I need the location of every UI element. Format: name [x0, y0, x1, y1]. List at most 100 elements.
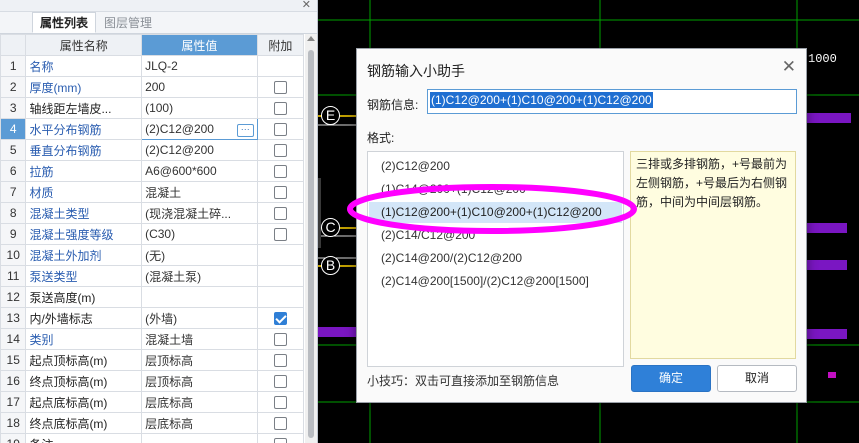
- extra-cell: [256, 202, 305, 224]
- property-row[interactable]: 15 起点顶标高(m) 层顶标高: [0, 349, 305, 371]
- property-row[interactable]: 3 轴线距左墙皮... (100): [0, 97, 305, 119]
- property-row[interactable]: 10 混凝土外加剂 (无): [0, 244, 305, 266]
- property-value[interactable]: [141, 286, 258, 308]
- extra-cell: [256, 265, 305, 287]
- ok-button[interactable]: 确定: [631, 365, 711, 392]
- attach-checkbox[interactable]: [273, 186, 287, 200]
- property-name: 起点底标高(m): [25, 391, 143, 413]
- format-item[interactable]: (1)C12@200+(1)C10@200+(1)C12@200: [369, 202, 622, 223]
- property-value[interactable]: (无): [141, 244, 258, 266]
- tab-layer-management[interactable]: 图层管理: [96, 12, 160, 33]
- property-row[interactable]: 9 混凝土强度等级 (C30): [0, 223, 305, 245]
- property-name: 材质: [25, 181, 143, 203]
- format-item[interactable]: (2)C14/C12@200: [369, 225, 622, 246]
- format-item[interactable]: (2)C14@200[1500]/(2)C12@200[1500]: [369, 271, 622, 292]
- row-number: 8: [0, 202, 27, 224]
- extra-cell: [256, 349, 305, 371]
- property-name: 泵送类型: [25, 265, 143, 287]
- attach-checkbox[interactable]: [273, 81, 287, 95]
- extra-cell: [256, 391, 305, 413]
- row-number: 17: [0, 391, 27, 413]
- property-panel: ✕ 属性列表 图层管理 属性名称 属性值 附加 1 名称 JLQ-2 2 厚度(mm) 2…: [0, 0, 318, 443]
- attach-checkbox[interactable]: [273, 228, 287, 242]
- property-value[interactable]: 层顶标高: [141, 349, 258, 371]
- property-value-header: 属性值: [141, 34, 258, 56]
- panel-tabs: 属性列表 图层管理: [0, 12, 317, 34]
- row-number-header: [0, 34, 27, 56]
- format-list[interactable]: (2)C12@200 (1)C14@200+(1)C12@200 (1)C12@20…: [367, 151, 624, 367]
- format-item[interactable]: (2)C14@200/(2)C12@200: [369, 248, 622, 269]
- attach-checkbox[interactable]: [273, 312, 287, 326]
- scroll-thumb[interactable]: [308, 50, 314, 438]
- property-row[interactable]: 7 材质 混凝土: [0, 181, 305, 203]
- property-value[interactable]: JLQ-2: [141, 55, 258, 77]
- property-row[interactable]: 16 终点顶标高(m) 层顶标高: [0, 370, 305, 392]
- rebar-info-input[interactable]: (1)C12@200+(1)C10@200+(1)C12@200: [427, 89, 797, 114]
- format-item[interactable]: (1)C14@200+(1)C12@200: [369, 179, 622, 200]
- property-value[interactable]: (混凝土泵): [141, 265, 258, 287]
- hint-text: 小技巧：双击可直接添加至钢筋信息: [367, 374, 560, 388]
- attach-checkbox[interactable]: [273, 207, 287, 221]
- property-value[interactable]: (2)C12@200 ···: [141, 118, 258, 140]
- row-number: 13: [0, 307, 27, 329]
- property-row[interactable]: 6 拉筋 A6@600*600: [0, 160, 305, 182]
- attach-checkbox[interactable]: [273, 102, 287, 116]
- attach-checkbox[interactable]: [273, 375, 287, 389]
- attach-checkbox[interactable]: [273, 396, 287, 410]
- property-row[interactable]: 2 厚度(mm) 200: [0, 76, 305, 98]
- attach-checkbox[interactable]: [273, 333, 287, 347]
- extra-header: 附加: [256, 34, 305, 56]
- property-row[interactable]: 4 水平分布钢筋 (2)C12@200 ···: [0, 118, 305, 140]
- property-value[interactable]: 层底标高: [141, 412, 258, 434]
- property-row[interactable]: 19备注: [0, 433, 305, 443]
- property-row[interactable]: 12 泵送高度(m): [0, 286, 305, 308]
- property-row[interactable]: 1 名称 JLQ-2: [0, 55, 305, 77]
- property-value[interactable]: 混凝土墙: [141, 328, 258, 350]
- property-value[interactable]: 层顶标高: [141, 370, 258, 392]
- property-value-text: (100): [145, 101, 174, 115]
- format-item[interactable]: (2)C12@200: [369, 156, 622, 177]
- row-number: 16: [0, 370, 27, 392]
- property-value[interactable]: [141, 433, 258, 443]
- property-value[interactable]: (现浇混凝土碎...: [141, 202, 258, 224]
- extra-cell: [256, 307, 305, 329]
- property-value-text: (外墙): [145, 311, 178, 326]
- property-value-text: A6@600*600: [145, 164, 217, 178]
- property-value[interactable]: 混凝土: [141, 181, 258, 203]
- attach-checkbox[interactable]: [273, 144, 287, 158]
- attach-checkbox[interactable]: [273, 123, 287, 137]
- rebar-input-dialog: 钢筋输入小助手 ✕ 钢筋信息: (1)C12@200+(1)C10@200+(1…: [356, 48, 807, 403]
- property-row[interactable]: 11 泵送类型 (混凝土泵): [0, 265, 305, 287]
- property-row[interactable]: 18 终点底标高(m) 层底标高: [0, 412, 305, 434]
- property-value[interactable]: (100): [141, 97, 258, 119]
- property-row[interactable]: 17 起点底标高(m) 层底标高: [0, 391, 305, 413]
- property-value[interactable]: (C30): [141, 223, 258, 245]
- attach-checkbox[interactable]: [273, 165, 287, 179]
- cancel-button[interactable]: 取消: [717, 365, 797, 392]
- property-value-text: 层底标高: [145, 416, 194, 431]
- attach-checkbox[interactable]: [273, 354, 287, 368]
- attach-checkbox[interactable]: [273, 438, 287, 443]
- property-value-text: (现浇混凝土碎...: [145, 206, 232, 221]
- property-name: 终点顶标高(m): [25, 370, 143, 392]
- row-number: 19: [0, 433, 27, 443]
- close-icon[interactable]: ✕: [302, 0, 311, 11]
- panel-scrollbar[interactable]: [305, 34, 317, 443]
- scroll-up-icon[interactable]: [307, 36, 315, 41]
- property-name: 起点顶标高(m): [25, 349, 143, 371]
- property-value[interactable]: 200: [141, 76, 258, 98]
- tab-property-list[interactable]: 属性列表: [32, 12, 97, 33]
- property-row[interactable]: 13 内/外墙标志 (外墙): [0, 307, 305, 329]
- property-grid: 属性名称 属性值 附加 1 名称 JLQ-2 2 厚度(mm) 200 3 轴线距左墙皮...…: [0, 34, 305, 443]
- close-icon[interactable]: ✕: [782, 58, 796, 75]
- property-row[interactable]: 8 混凝土类型 (现浇混凝土碎...: [0, 202, 305, 224]
- property-value[interactable]: (外墙): [141, 307, 258, 329]
- attach-checkbox[interactable]: [273, 417, 287, 431]
- property-value-text: (混凝土泵): [145, 269, 202, 284]
- ellipsis-button[interactable]: ···: [236, 123, 254, 137]
- property-value[interactable]: (2)C12@200: [141, 139, 258, 161]
- property-row[interactable]: 5 垂直分布钢筋 (2)C12@200: [0, 139, 305, 161]
- property-value[interactable]: A6@600*600: [141, 160, 258, 182]
- property-row[interactable]: 14 类别 混凝土墙: [0, 328, 305, 350]
- property-value[interactable]: 层底标高: [141, 391, 258, 413]
